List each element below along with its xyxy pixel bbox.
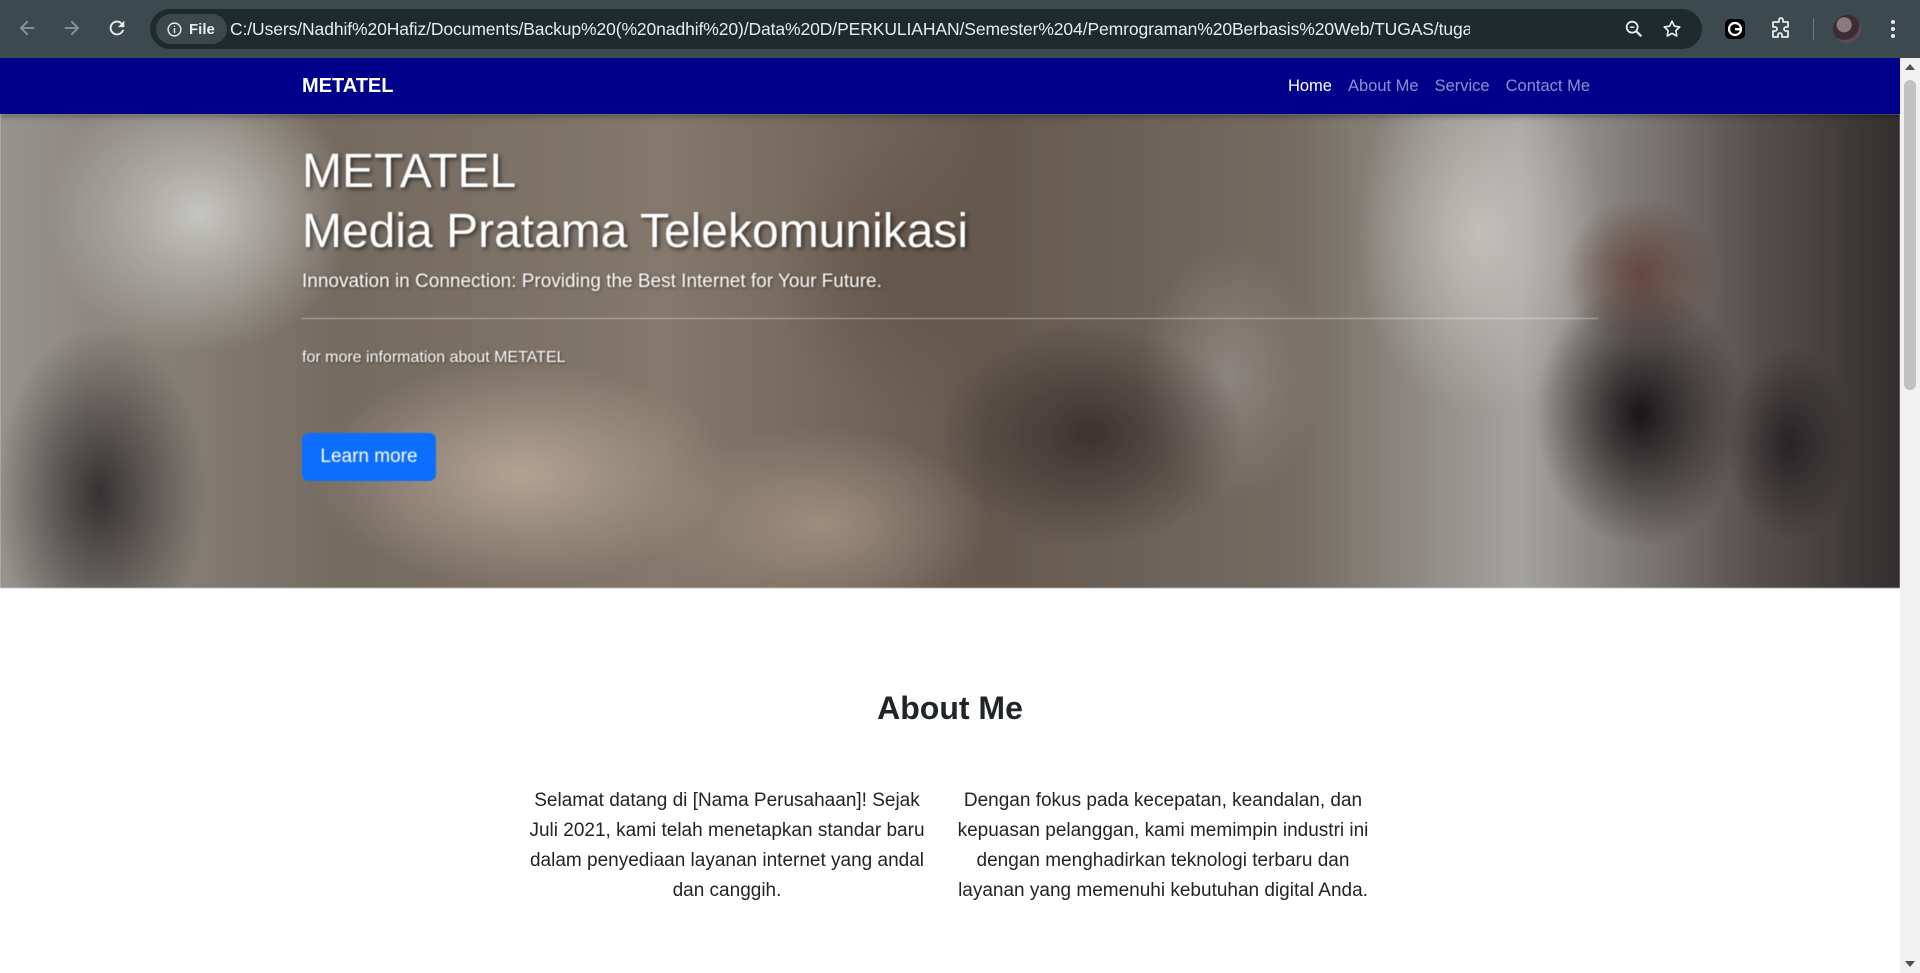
puzzle-extensions-icon: [1772, 17, 1789, 38]
toolbar-separator: [1813, 18, 1814, 40]
info-icon: [167, 21, 182, 37]
nav-service[interactable]: Service: [1435, 77, 1490, 96]
extension-button[interactable]: [1720, 14, 1750, 44]
nav-about[interactable]: About Me: [1348, 77, 1419, 96]
bookmark-button[interactable]: [1660, 17, 1684, 41]
page-viewport: METATEL Home About Me Service Contact Me…: [0, 58, 1900, 973]
scroll-down-arrow[interactable]: [1905, 961, 1915, 967]
browser-menu-button[interactable]: [1878, 14, 1908, 44]
extension-g-icon: [1725, 19, 1745, 39]
browser-toolbar: File C:/Users/Nadhif%20Hafiz/Documents/B…: [0, 0, 1920, 58]
about-paragraph-1: Selamat datang di [Nama Perusahaan]! Sej…: [529, 790, 925, 901]
url-text[interactable]: C:/Users/Nadhif%20Hafiz/Documents/Backup…: [230, 9, 1470, 49]
hero-divider: [302, 318, 1598, 319]
about-paragraph-2: Dengan fokus pada kecepatan, keandalan, …: [957, 790, 1369, 901]
scrollbar-thumb[interactable]: [1904, 80, 1916, 390]
back-button[interactable]: [10, 11, 44, 45]
extensions-menu-button[interactable]: [1766, 14, 1796, 44]
nav-home[interactable]: Home: [1288, 77, 1332, 96]
hero-subtitle: Media Pratama Telekomunikasi: [302, 205, 969, 258]
nav-contact[interactable]: Contact Me: [1506, 77, 1590, 96]
zoom-icon: [1625, 20, 1643, 38]
hero-lead: Innovation in Connection: Providing the …: [302, 271, 882, 292]
forward-arrow-icon: [64, 20, 80, 36]
scroll-up-arrow[interactable]: [1905, 64, 1915, 70]
address-bar[interactable]: File C:/Users/Nadhif%20Hafiz/Documents/B…: [150, 9, 1702, 49]
learn-more-button[interactable]: Learn more: [302, 433, 436, 481]
kebab-menu-icon: [1891, 20, 1895, 38]
site-info-chip[interactable]: File: [156, 14, 227, 44]
back-arrow-icon: [19, 20, 35, 36]
page-scrollbar[interactable]: [1900, 58, 1920, 973]
file-chip-label: File: [189, 20, 215, 38]
hero-title: METATEL: [302, 145, 517, 198]
site-navbar: METATEL Home About Me Service Contact Me: [0, 58, 1900, 114]
zoom-button[interactable]: [1622, 17, 1646, 41]
about-heading: About Me: [877, 690, 1023, 726]
reload-icon: [109, 20, 125, 36]
hero-section: METATEL Media Pratama Telekomunikasi Inn…: [0, 114, 1900, 588]
forward-button[interactable]: [55, 11, 89, 45]
reload-button[interactable]: [100, 11, 134, 45]
nav-links: Home About Me Service Contact Me: [1288, 58, 1590, 114]
hero-info-text: for more information about METATEL: [302, 349, 566, 366]
navbar-brand[interactable]: METATEL: [302, 58, 393, 114]
profile-avatar[interactable]: [1833, 15, 1861, 43]
bookmark-star-icon: [1663, 20, 1681, 37]
